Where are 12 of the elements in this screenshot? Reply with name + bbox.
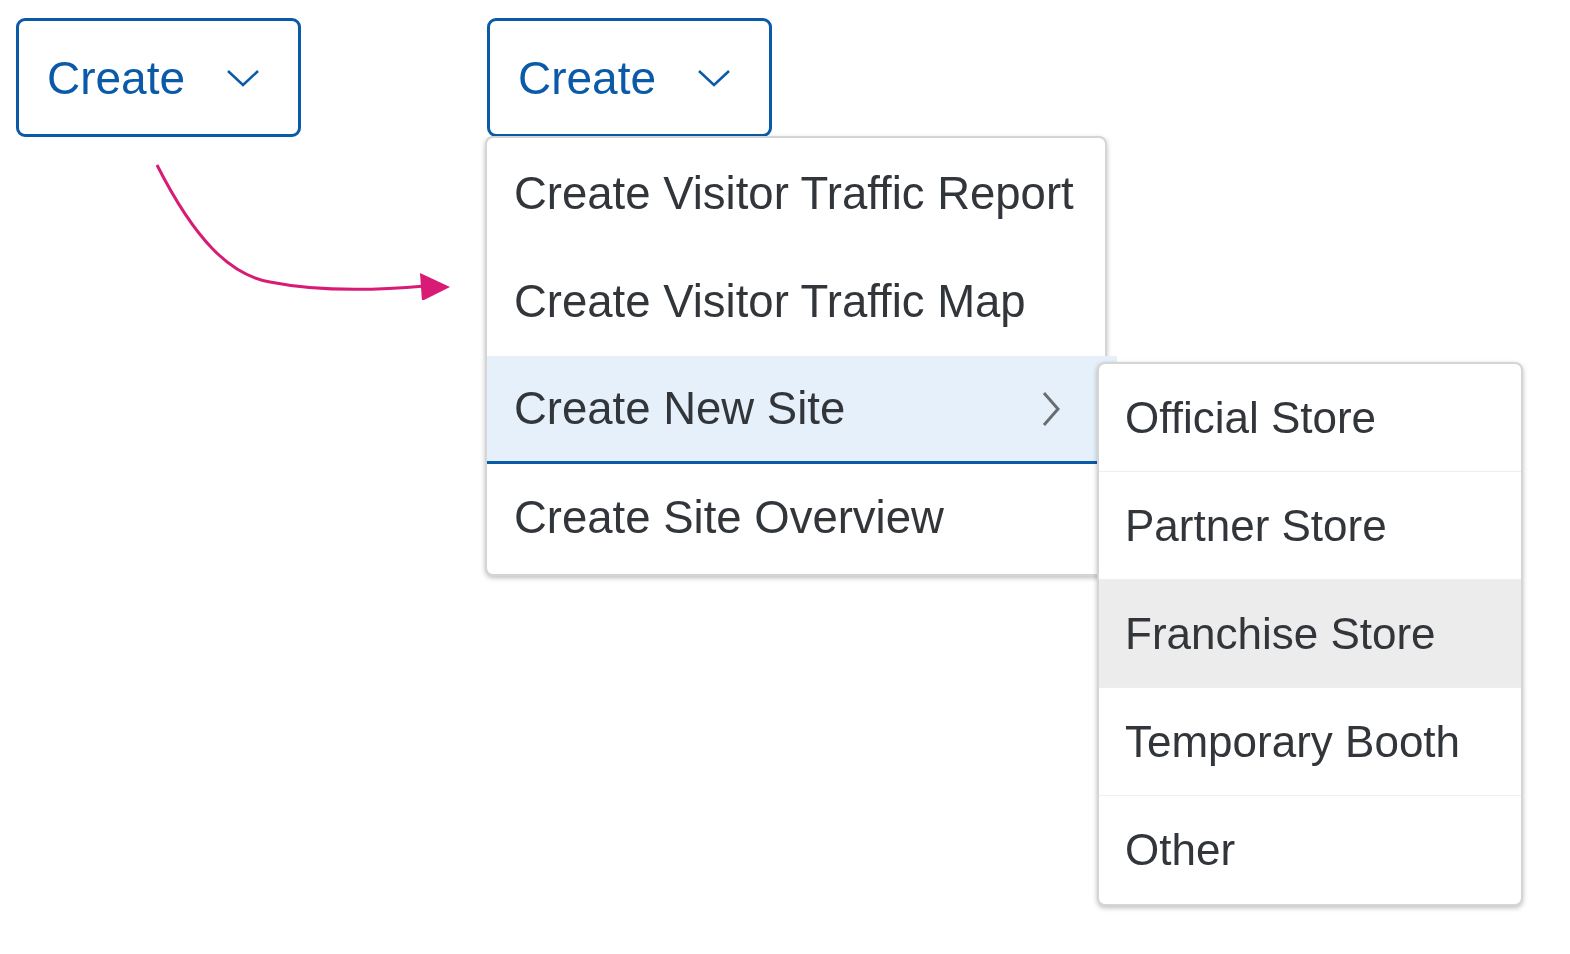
submenu-item[interactable]: Official Store	[1099, 364, 1521, 472]
create-button[interactable]: Create	[16, 18, 301, 137]
menu-item[interactable]: Create New Site	[487, 356, 1117, 464]
menu-item[interactable]: Create Visitor Traffic Report	[487, 140, 1105, 248]
chevron-down-icon	[226, 68, 260, 87]
chevron-down-icon	[697, 68, 731, 87]
chevron-right-icon	[1041, 390, 1061, 427]
menu-item[interactable]: Create Visitor Traffic Map	[487, 248, 1105, 356]
create-button[interactable]: Create	[487, 18, 772, 137]
submenu-item[interactable]: Franchise Store	[1099, 580, 1521, 688]
submenu-item[interactable]: Other	[1099, 796, 1521, 904]
submenu-item[interactable]: Temporary Booth	[1099, 688, 1521, 796]
